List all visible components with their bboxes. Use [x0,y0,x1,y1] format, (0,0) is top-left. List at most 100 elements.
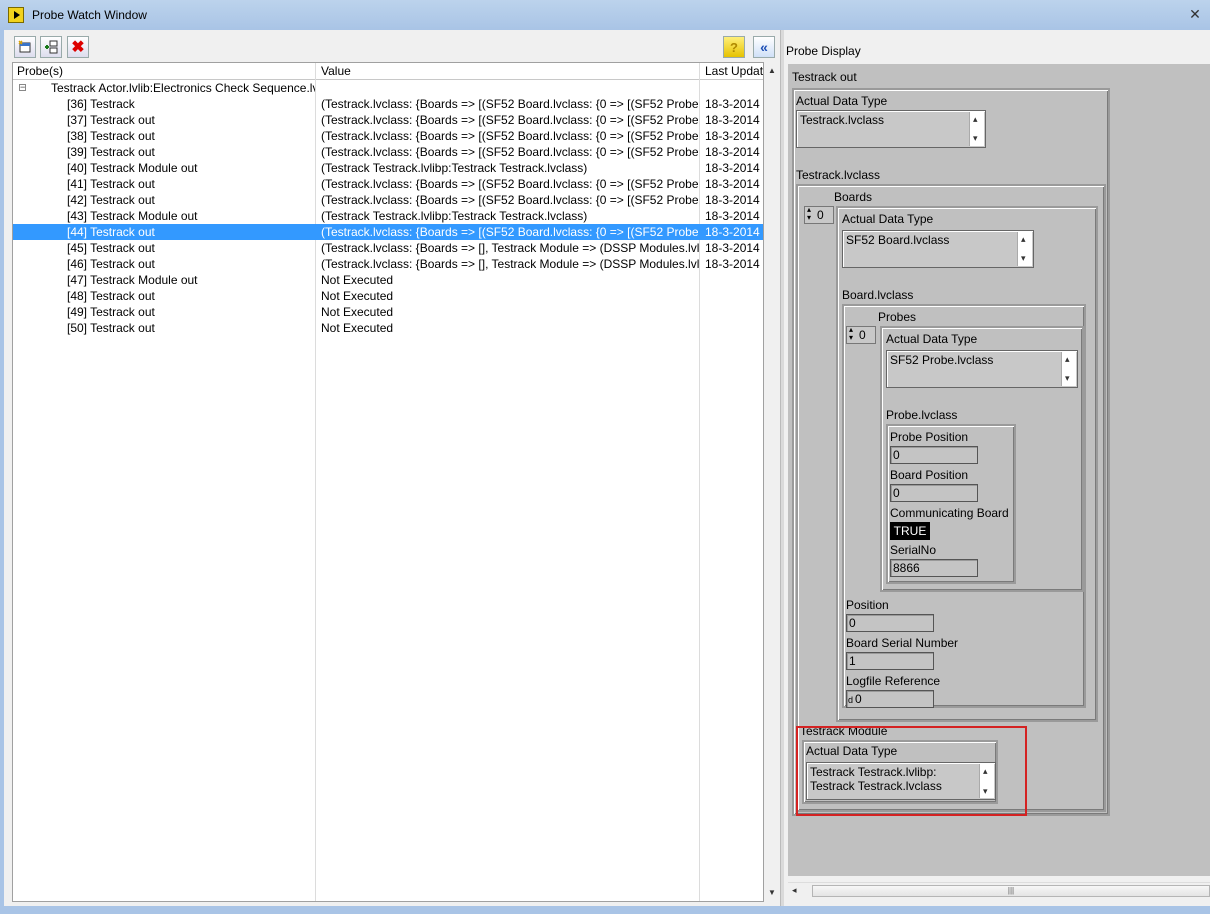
probe-value: (Testrack.lvclass: {Boards => [(SF52 Boa… [321,129,699,143]
new-probe-button[interactable] [14,36,36,58]
help-button[interactable]: ? [723,36,745,58]
text-scrollbar[interactable] [969,112,984,146]
probe-position-field[interactable]: 0 [890,446,978,464]
probe-last-updated: 18-3-2014 1 [705,209,763,223]
probe-last-updated: 18-3-2014 1 [705,241,763,255]
probe-name: [38] Testrack out [67,129,155,143]
logfile-reference-field[interactable]: d0 [846,690,934,708]
collapse-display-button[interactable]: « [753,36,775,58]
serialno-field[interactable]: 8866 [890,559,978,577]
probe-actual-data-type-label: Actual Data Type [886,332,978,346]
add-probe-button[interactable] [40,36,62,58]
scroll-left-arrow-icon[interactable]: ◂ [792,885,797,896]
title-bar: Probe Watch Window ✕ [0,0,1210,31]
board-serial-number-field[interactable]: 1 [846,652,934,670]
table-row[interactable]: [39] Testrack out (Testrack.lvclass: {Boa… [13,144,763,160]
probes-label: Probes [878,310,917,324]
probe-name: [48] Testrack out [67,289,155,303]
probe-last-updated: 18-3-2014 1 [705,97,763,111]
board-serial-number-label: Board Serial Number [846,636,959,650]
window-title: Probe Watch Window [32,8,147,22]
probe-value: (Testrack.lvclass: {Boards => [], Testra… [321,257,699,271]
table-row[interactable]: [36] Testrack (Testrack.lvclass: {Boards … [13,96,763,112]
board-class-cluster: Probes 0 Actual Data Type SF52 Probe.lvc… [842,304,1086,708]
probe-element-cluster: Actual Data Type SF52 Probe.lvclass Prob… [880,326,1084,592]
labview-app-icon [8,7,24,23]
probe-display-area: Testrack out Actual Data Type Testrack.l… [788,64,1210,876]
collapse-toggle-icon[interactable]: − [19,83,26,92]
logfile-reference-label: Logfile Reference [846,674,941,688]
group-row[interactable]: − Testrack Actor.lvlib:Electronics Check… [13,80,763,96]
probes-index-control[interactable]: 0 [846,325,876,344]
probe-table: Probe(s) Value Last Updat − Testrack Act… [12,62,764,902]
board-element-cluster: Actual Data Type SF52 Board.lvclass Boar… [836,206,1098,722]
delete-probe-button[interactable]: ✖ [67,36,89,58]
probe-name: [39] Testrack out [67,145,155,159]
probe-name: [40] Testrack Module out [67,161,198,175]
table-row[interactable]: [37] Testrack out (Testrack.lvclass: {Boa… [13,112,763,128]
probe-value: (Testrack.lvclass: {Boards => [(SF52 Boa… [321,225,699,239]
probe-value: Not Executed [321,273,394,287]
probe-value: (Testrack.lvclass: {Boards => [(SF52 Boa… [321,97,699,111]
table-row[interactable]: [43] Testrack Module out (Testrack Testra… [13,208,763,224]
table-row[interactable]: [46] Testrack out (Testrack.lvclass: {Boa… [13,256,763,272]
boards-index-control[interactable]: 0 [804,205,834,224]
communicating-board-indicator: TRUE [890,522,930,540]
probe-value: Not Executed [321,289,394,303]
probe-name: [46] Testrack out [67,257,155,271]
probe-value: Not Executed [321,321,394,335]
display-horizontal-scrollbar[interactable]: ◂ ||| [788,882,1210,899]
table-row[interactable]: [48] Testrack out Not Executed [13,288,763,304]
probe-actual-data-type-field[interactable]: SF52 Probe.lvclass [886,350,1078,388]
probe-last-updated: 18-3-2014 1 [705,257,763,271]
table-row[interactable]: [45] Testrack out (Testrack.lvclass: {Boa… [13,240,763,256]
board-actual-data-type-label: Actual Data Type [842,212,934,226]
probe-last-updated: 18-3-2014 1 [705,193,763,207]
column-header-probes[interactable]: Probe(s) [17,64,313,78]
serialno-label: SerialNo [890,543,937,557]
table-row[interactable]: [42] Testrack out (Testrack.lvclass: {Boa… [13,192,763,208]
probe-name: [49] Testrack out [67,305,155,319]
board-position-field[interactable]: 0 [890,484,978,502]
table-row[interactable]: [38] Testrack out (Testrack.lvclass: {Boa… [13,128,763,144]
probe-value: (Testrack.lvclass: {Boards => [(SF52 Boa… [321,145,699,159]
text-scrollbar[interactable] [1017,232,1032,266]
probe-actual-data-type-value: SF52 Probe.lvclass [890,353,994,367]
table-header: Probe(s) Value Last Updat [13,63,763,80]
table-row[interactable]: [40] Testrack Module out (Testrack Testra… [13,160,763,176]
scrollbar-thumb[interactable]: ||| [812,885,1210,897]
position-field[interactable]: 0 [846,614,934,632]
text-scrollbar[interactable] [1061,352,1076,386]
table-row[interactable]: [47] Testrack Module out Not Executed [13,272,763,288]
probe-name: [43] Testrack Module out [67,209,198,223]
board-actual-data-type-value: SF52 Board.lvclass [846,233,950,247]
table-row[interactable]: [50] Testrack out Not Executed [13,320,763,336]
board-position-label: Board Position [890,468,969,482]
highlight-annotation [796,726,1027,816]
scroll-down-arrow-icon[interactable]: ▼ [764,886,780,900]
table-row-selected[interactable]: [44] Testrack out (Testrack.lvclass: {Boa… [13,224,763,240]
probe-display-title: Probe Display [786,44,861,58]
scroll-up-arrow-icon[interactable]: ▲ [764,64,780,78]
table-row[interactable]: [41] Testrack out (Testrack.lvclass: {Boa… [13,176,763,192]
testrack-class-cluster: Boards 0 Actual Data Type SF52 Board.lvc… [796,184,1106,812]
probe-display-pane: Probe Display Testrack out Actual Data T… [784,30,1210,906]
probe-list-pane: ✖ ? « Probe(s) Value Last Updat − Testra… [4,30,780,906]
probe-name: [50] Testrack out [67,321,155,335]
board-actual-data-type-field[interactable]: SF52 Board.lvclass [842,230,1034,268]
new-probe-icon [18,40,31,53]
actual-data-type-label: Actual Data Type [796,94,888,108]
probe-name: [45] Testrack out [67,241,155,255]
table-vertical-scrollbar[interactable]: ▲ ▼ [764,62,780,902]
actual-data-type-value: Testrack.lvclass [800,113,885,127]
close-window-button[interactable]: ✕ [1188,6,1202,22]
testrack-cluster: Actual Data Type Testrack.lvclass Testra… [792,88,1110,816]
probe-last-updated: 18-3-2014 1 [705,129,763,143]
probe-class-cluster: Probe Position 0 Board Position 0 Commun… [886,424,1016,584]
column-header-value[interactable]: Value [321,64,701,78]
column-header-last-updated[interactable]: Last Updat [705,64,763,78]
actual-data-type-field[interactable]: Testrack.lvclass [796,110,986,148]
add-probe-icon [45,40,58,54]
probe-name: [47] Testrack Module out [67,273,198,287]
table-row[interactable]: [49] Testrack out Not Executed [13,304,763,320]
